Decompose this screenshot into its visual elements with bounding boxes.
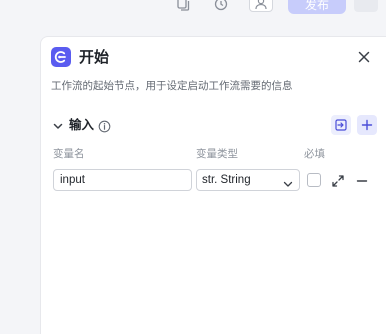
- variable-row: str. String: [53, 169, 383, 191]
- chevron-down-icon[interactable]: [51, 118, 65, 132]
- panel-title: 开始: [79, 48, 110, 66]
- start-node-icon: [51, 47, 71, 67]
- info-icon[interactable]: [98, 118, 111, 133]
- column-header-required: 必填: [304, 148, 325, 160]
- copy-icon[interactable]: [176, 0, 190, 11]
- variable-type-select[interactable]: str. String: [196, 169, 300, 191]
- chevron-down-icon: [282, 175, 294, 187]
- input-section-title: 输入: [69, 117, 95, 132]
- remove-variable-icon[interactable]: [355, 173, 369, 187]
- input-section-header: 输入: [51, 115, 381, 135]
- required-checkbox[interactable]: [307, 173, 321, 187]
- variable-name-input[interactable]: [53, 169, 192, 191]
- user-button[interactable]: [249, 0, 273, 12]
- column-header-name: 变量名: [53, 148, 85, 160]
- panel-description: 工作流的起始节点，用于设定启动工作流需要的信息: [51, 80, 293, 92]
- top-toolbar: 发布: [0, 0, 386, 16]
- variable-type-value: str. String: [202, 174, 251, 186]
- start-node-panel: 开始 工作流的起始节点，用于设定启动工作流需要的信息 输入 变量名 变量类型 必…: [40, 36, 386, 334]
- more-button[interactable]: [354, 0, 378, 12]
- expand-icon[interactable]: [331, 173, 345, 187]
- history-icon[interactable]: [214, 0, 228, 11]
- close-icon[interactable]: [355, 48, 373, 66]
- column-header-type: 变量类型: [196, 148, 238, 160]
- plus-icon: [361, 119, 373, 131]
- add-variable-button[interactable]: [357, 115, 377, 135]
- import-button[interactable]: [331, 115, 351, 135]
- publish-button[interactable]: 发布: [288, 0, 346, 14]
- import-icon: [335, 119, 347, 131]
